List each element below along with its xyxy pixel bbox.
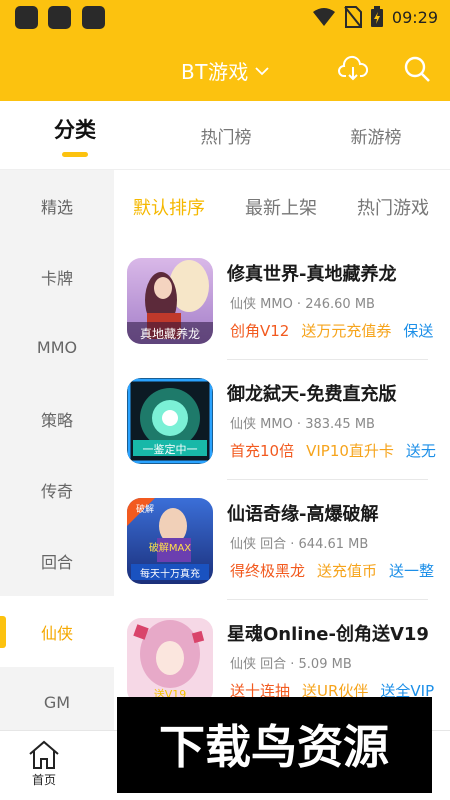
sidebar-item-xianxia[interactable]: 仙侠 (0, 596, 114, 667)
list-item[interactable]: 一鉴定中一 御龙弑天-免费直充版 仙侠 MMO · 383.45 MB 首充10… (114, 360, 450, 480)
sidebar-item-card[interactable]: 卡牌 (0, 241, 114, 312)
sidebar-item-label: 策略 (40, 410, 73, 430)
sidebar-item-label: GM (43, 693, 71, 712)
battery-charging-icon (370, 6, 383, 27)
notification-icon (48, 6, 71, 29)
game-tag: 送万元充值券 (301, 322, 392, 340)
game-icon[interactable]: 送V19 (127, 618, 213, 704)
game-name: 仙语奇缘-高爆破解 (227, 504, 379, 525)
game-icon-caption: 一鉴定中一 (143, 442, 198, 456)
nav-home[interactable]: 首页 (9, 739, 79, 788)
game-tag: 送无 (405, 442, 436, 460)
notification-icon (82, 6, 105, 29)
game-icon[interactable]: 真地藏养龙 (127, 258, 213, 344)
game-meta: 仙侠 回合 · 644.61 MB (230, 537, 369, 552)
game-name: 御龙弑天-免费直充版 (227, 384, 397, 405)
watermark-text: 下载鸟资源 (159, 720, 389, 774)
page-title: BT游戏 (181, 60, 249, 84)
tab-new-ranking[interactable]: 新游榜 (336, 101, 416, 170)
game-icon-caption: 每天十万真充 (140, 567, 200, 580)
game-meta: 仙侠 回合 · 5.09 MB (230, 657, 352, 672)
sidebar-item-label: 仙侠 (40, 623, 73, 643)
nav-home-label: 首页 (31, 773, 56, 787)
tab-category[interactable]: 分类 (44, 101, 106, 170)
game-icon-badge: 破解 (136, 503, 154, 515)
game-tag: 创角V12 (230, 322, 290, 340)
game-tag: 送一整 (389, 562, 435, 580)
game-tag: 得终极黑龙 (230, 562, 306, 580)
sidebar-item-legend[interactable]: 传奇 (0, 454, 114, 525)
sidebar-item-label: 回合 (40, 552, 73, 572)
tab-label: 热门榜 (200, 128, 252, 148)
game-meta: 仙侠 MMO · 383.45 MB (230, 417, 375, 432)
download-cloud-icon[interactable] (338, 54, 368, 84)
tab-label: 新游榜 (350, 128, 402, 148)
sidebar-item-turn-based[interactable]: 回合 (0, 525, 114, 596)
game-list: 真地藏养龙 修真世界-真地藏养龙 仙侠 MMO · 246.60 MB 创角V1… (114, 240, 450, 730)
game-name: 星魂Online-创角送V19 (227, 624, 429, 645)
active-tab-indicator (62, 152, 88, 157)
sidebar-item-label: 精选 (40, 197, 73, 217)
sort-default[interactable]: 默认排序 (133, 194, 205, 220)
tab-label: 分类 (54, 118, 96, 142)
game-tags: 得终极黑龙 送充值币 送一整 (230, 560, 434, 581)
game-icon-caption: 真地藏养龙 (140, 326, 200, 341)
game-tags: 首充10倍 VIP10直升卡 送无 (230, 440, 436, 461)
game-tag: 送充值币 (317, 562, 378, 580)
sidebar-item-mmo[interactable]: MMO (0, 312, 114, 383)
sidebar-item-label: 传奇 (40, 481, 73, 501)
sidebar-item-label: MMO (36, 338, 78, 357)
category-sidebar: 精选 卡牌 MMO 策略 传奇 回合 仙侠 GM (0, 170, 114, 730)
game-tag: 保送 (403, 322, 434, 340)
wifi-icon (312, 8, 335, 26)
status-bar: 09:29 (0, 0, 450, 34)
tab-hot-ranking[interactable]: 热门榜 (186, 101, 266, 170)
chevron-down-icon (255, 66, 269, 75)
sort-tabs: 默认排序 最新上架 热门游戏 (114, 170, 450, 240)
search-icon[interactable] (402, 54, 432, 84)
game-name: 修真世界-真地藏养龙 (227, 264, 397, 285)
game-tag: 首充10倍 (230, 442, 295, 460)
sort-newest[interactable]: 最新上架 (245, 194, 317, 220)
list-item[interactable]: 破解 破解MAX 每天十万真充 仙语奇缘-高爆破解 仙侠 回合 · 644.61… (114, 480, 450, 600)
game-icon[interactable]: 破解 破解MAX 每天十万真充 (127, 498, 213, 584)
sidebar-item-strategy[interactable]: 策略 (0, 383, 114, 454)
game-meta: 仙侠 MMO · 246.60 MB (230, 297, 375, 312)
list-item[interactable]: 真地藏养龙 修真世界-真地藏养龙 仙侠 MMO · 246.60 MB 创角V1… (114, 240, 450, 360)
sidebar-item-label: 卡牌 (40, 268, 73, 288)
home-icon (29, 740, 59, 769)
clock: 09:29 (391, 7, 438, 27)
sort-popular[interactable]: 热门游戏 (357, 194, 429, 220)
top-tabs: 分类 热门榜 新游榜 (0, 101, 450, 170)
watermark-logo: 下载鸟资源 (117, 697, 432, 793)
no-sim-icon (344, 6, 362, 28)
game-tags: 创角V12 送万元充值券 保送 (230, 320, 433, 341)
sidebar-item-featured[interactable]: 精选 (0, 170, 114, 241)
game-tag: VIP10直升卡 (306, 442, 394, 460)
notification-icon (15, 6, 38, 29)
sidebar-item-gm[interactable]: GM (0, 667, 114, 738)
game-icon-caption: 破解MAX (149, 541, 191, 554)
app-header: 09:29 BT游戏 (0, 0, 450, 101)
category-dropdown[interactable]: BT游戏 (181, 56, 269, 85)
game-icon[interactable]: 一鉴定中一 (127, 378, 213, 464)
